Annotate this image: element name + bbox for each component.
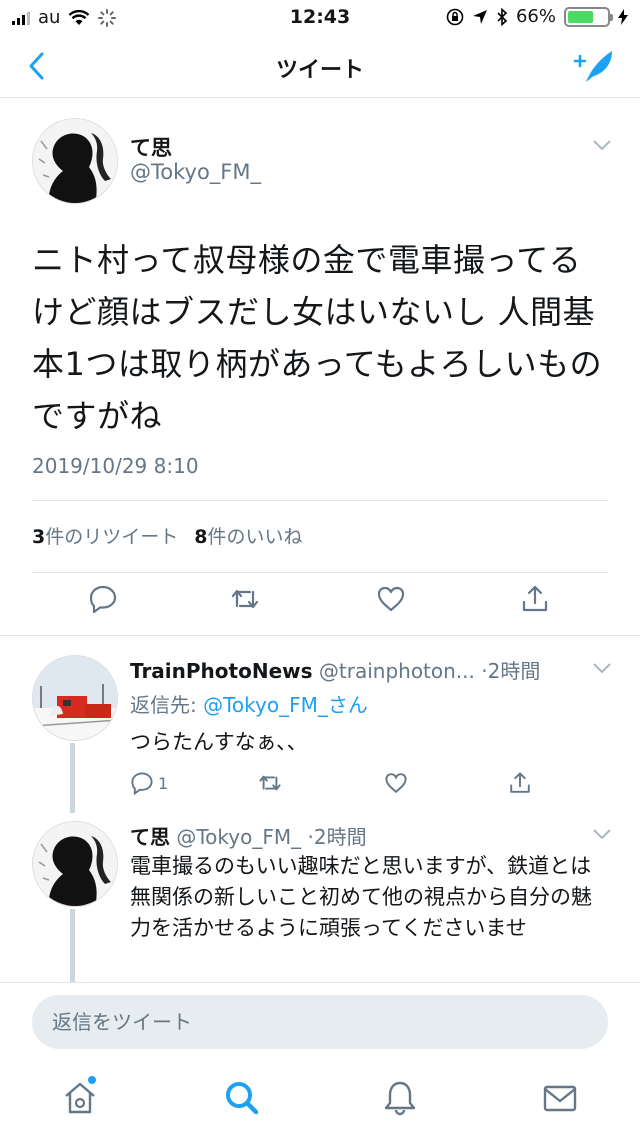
retweet-count: 3 — [32, 526, 46, 548]
main-tweet: て思 @Tokyo_FM_ ニト村って叔母様の金で電車撮ってるけど顔はブスだし女… — [0, 98, 640, 636]
reply-input[interactable] — [32, 995, 608, 1049]
search-icon[interactable] — [222, 1078, 262, 1118]
author-name[interactable]: TrainPhotoNews — [130, 659, 313, 683]
author-name[interactable]: て思 — [130, 825, 170, 849]
tweet-action-bar — [0, 584, 640, 624]
reply-to-link[interactable]: @Tokyo_FM_さん — [203, 693, 368, 717]
reply-time: ·2時間 — [481, 659, 541, 683]
reply-button[interactable]: 1 — [130, 771, 168, 795]
retweet-icon[interactable] — [230, 584, 260, 614]
like-count-label: 件のいいね — [207, 526, 303, 548]
location-icon — [472, 9, 487, 24]
page-title: ツイート — [275, 58, 364, 83]
divider — [32, 500, 608, 501]
retweet-count-link[interactable]: 3件のリツイート — [32, 522, 178, 549]
status-bar: au 12:43 66% — [0, 0, 640, 36]
retweet-count-label: 件のリツイート — [45, 526, 179, 548]
reply-text: つらたんすなぁ、、 — [130, 730, 308, 754]
like-count-link[interactable]: 8件のいいね — [194, 522, 302, 549]
navigation-bar: ツイート — [0, 36, 640, 98]
avatar[interactable] — [32, 655, 118, 741]
new-content-dot — [88, 1076, 96, 1084]
like-count: 8 — [194, 526, 208, 548]
bluetooth-icon — [497, 7, 508, 26]
messages-icon[interactable] — [540, 1078, 580, 1118]
reply-header: TrainPhotoNews @trainphoton... ·2時間 — [130, 655, 540, 684]
chevron-down-icon[interactable] — [592, 661, 612, 675]
avatar[interactable] — [32, 821, 118, 907]
avatar[interactable] — [32, 118, 118, 204]
compose-tweet-icon[interactable] — [572, 48, 616, 84]
tab-bar — [0, 1060, 640, 1137]
reply-action-bar: 1 — [130, 771, 550, 801]
author-handle[interactable]: @Tokyo_FM_ — [176, 825, 301, 849]
reply-composer-bar — [0, 982, 640, 1060]
reply-to-line: 返信先: @Tokyo_FM_さん — [130, 689, 368, 718]
reply-time: ·2時間 — [307, 825, 367, 849]
reply-icon[interactable] — [88, 584, 118, 614]
charging-bolt-icon — [618, 8, 628, 25]
reply-tweet[interactable]: て思 @Tokyo_FM_ ·2時間 電車撮るのもいい趣味だと思いますが、鉄道と… — [0, 813, 640, 982]
reply-icon — [131, 772, 153, 795]
home-icon[interactable] — [60, 1078, 100, 1118]
reply-tweet[interactable]: TrainPhotoNews @trainphoton... ·2時間 返信先:… — [0, 637, 640, 813]
chevron-down-icon[interactable] — [592, 138, 612, 152]
author-handle[interactable]: @Tokyo_FM_ — [130, 160, 261, 184]
share-icon[interactable] — [508, 771, 532, 795]
thread-line — [70, 909, 75, 982]
divider — [32, 572, 608, 573]
retweet-icon[interactable] — [258, 771, 282, 795]
reply-to-prefix: 返信先: — [130, 693, 204, 717]
like-icon[interactable] — [376, 584, 406, 614]
reply-text: 電車撮るのもいい趣味だと思いますが、鉄道とは無関係の新しいこと初めて他の視点から… — [130, 854, 592, 940]
like-icon[interactable] — [384, 771, 408, 795]
rotation-lock-icon — [446, 8, 464, 25]
tweet-stats: 3件のリツイート 8件のいいね — [32, 522, 303, 549]
tweet-timestamp: 2019/10/29 8:10 — [32, 454, 199, 478]
author-handle[interactable]: @trainphoton... — [319, 659, 475, 683]
battery-icon — [564, 6, 613, 27]
share-icon[interactable] — [520, 584, 550, 614]
notifications-icon[interactable] — [380, 1078, 420, 1118]
author-name[interactable]: て思 — [130, 132, 172, 162]
reply-count: 1 — [158, 773, 169, 793]
battery-percent: 66% — [515, 6, 556, 27]
reply-header: て思 @Tokyo_FM_ ·2時間 — [130, 821, 367, 850]
thread-line — [70, 743, 75, 813]
chevron-down-icon[interactable] — [592, 827, 612, 841]
tweet-text: ニト村って叔母様の金で電車撮ってるけど顔はブスだし女はいないし 人間基本1つは取… — [32, 241, 603, 435]
